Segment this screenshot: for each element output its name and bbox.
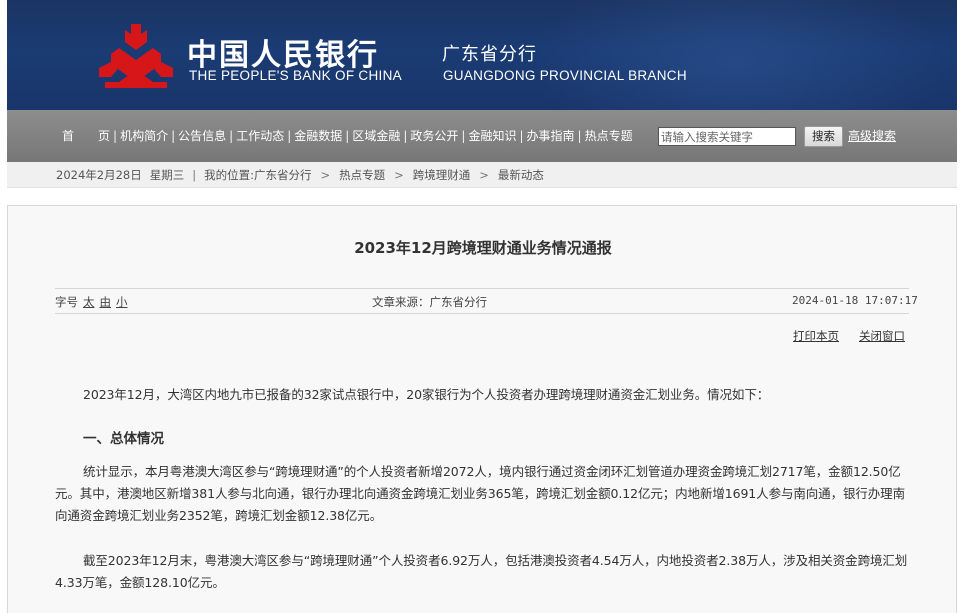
nav-item-home[interactable]: 首 页: [59, 129, 113, 143]
nav-separator: |: [345, 129, 350, 143]
font-size-medium-button[interactable]: 由: [100, 294, 112, 310]
font-size-small-button[interactable]: 小: [116, 294, 128, 310]
divider: |: [192, 168, 197, 182]
nav-separator: |: [171, 129, 176, 143]
breadcrumb-item-latest-news[interactable]: 最新动态: [498, 168, 544, 182]
nav-separator: |: [403, 129, 408, 143]
divider: [55, 288, 909, 289]
nav-separator: |: [461, 129, 466, 143]
current-date: 2024年2月28日: [56, 168, 142, 182]
nav-items: 首 页 | 机构简介 | 公告信息 | 工作动态 | 金融数据 | 区域金融 |…: [59, 129, 636, 143]
breadcrumb-item-wealth-connect[interactable]: 跨境理财通: [413, 168, 471, 182]
close-window-link[interactable]: 关闭窗口: [859, 328, 905, 344]
article-panel: 2023年12月跨境理财通业务情况通报 字号 太 由 小 文章来源：广东省分行 …: [7, 205, 957, 613]
bank-name-en: THE PEOPLE'S BANK OF CHINA: [189, 68, 402, 83]
search-button[interactable]: 搜索: [804, 126, 843, 147]
nav-item-hot-topics[interactable]: 热点专题: [582, 129, 636, 143]
nav-item-about[interactable]: 机构简介: [117, 129, 171, 143]
divider: [55, 313, 909, 314]
nav-separator: |: [287, 129, 292, 143]
article-paragraph: 截至2023年12月末，粤港澳大湾区参与“跨境理财通”个人投资者6.92万人，包…: [55, 553, 908, 590]
nav-separator: |: [229, 129, 234, 143]
print-page-link[interactable]: 打印本页: [793, 328, 839, 344]
branch-name-en: GUANGDONG PROVINCIAL BRANCH: [443, 68, 687, 83]
nav-item-financial-data[interactable]: 金融数据: [291, 129, 345, 143]
article-datetime: 2024-01-18 17:07:17: [792, 294, 918, 307]
font-size-large-button[interactable]: 太: [83, 294, 95, 310]
current-weekday: 星期三: [149, 168, 185, 182]
header-banner: 中国人民银行 广东省分行 THE PEOPLE'S BANK OF CHINA …: [7, 0, 957, 110]
article-paragraph: 统计显示，本月粤港澳大湾区参与“跨境理财通”的个人投资者新增2072人，境内银行…: [55, 464, 905, 523]
main-nav: 首 页 | 机构简介 | 公告信息 | 工作动态 | 金融数据 | 区域金融 |…: [7, 110, 957, 162]
breadcrumb-item-hot-topics[interactable]: 热点专题: [339, 168, 385, 182]
nav-item-gov-affairs[interactable]: 政务公开: [407, 129, 461, 143]
nav-separator: |: [113, 129, 118, 143]
chevron-right-icon: >: [394, 168, 404, 182]
chevron-right-icon: >: [479, 168, 489, 182]
nav-item-financial-knowledge[interactable]: 金融知识: [465, 129, 519, 143]
font-size-label: 字号: [55, 295, 78, 309]
font-size-controls: 字号 太 由 小: [55, 294, 128, 310]
article-intro: 2023年12月，大湾区内地九市已报备的32家试点银行中，20家银行为个人投资者…: [83, 387, 770, 402]
advanced-search-link[interactable]: 高级搜索: [848, 129, 896, 143]
search-input[interactable]: [658, 127, 796, 146]
nav-item-regional-finance[interactable]: 区域金融: [349, 129, 403, 143]
banner-glow: [527, 0, 947, 110]
section-heading: 一、总体情况: [83, 431, 164, 447]
nav-item-notices[interactable]: 公告信息: [175, 129, 229, 143]
nav-separator: |: [577, 129, 582, 143]
location-label: 我的位置:: [204, 168, 254, 182]
nav-separator: |: [519, 129, 524, 143]
chevron-right-icon: >: [320, 168, 331, 182]
breadcrumb: 2024年2月28日 星期三 | 我的位置: 广东省分行 > 热点专题 > 跨境…: [56, 168, 544, 182]
article-title: 2023年12月跨境理财通业务情况通报: [354, 239, 612, 257]
branch-name-cn: 广东省分行: [442, 44, 537, 65]
nav-item-service-guide[interactable]: 办事指南: [524, 129, 578, 143]
breadcrumb-item-branch[interactable]: 广东省分行: [254, 168, 312, 182]
article-source: 文章来源：广东省分行: [372, 295, 487, 309]
pboc-logo-icon: [99, 24, 173, 88]
nav-item-work-news[interactable]: 工作动态: [233, 129, 287, 143]
breadcrumb-bar: 2024年2月28日 星期三 | 我的位置: 广东省分行 > 热点专题 > 跨境…: [7, 162, 957, 188]
